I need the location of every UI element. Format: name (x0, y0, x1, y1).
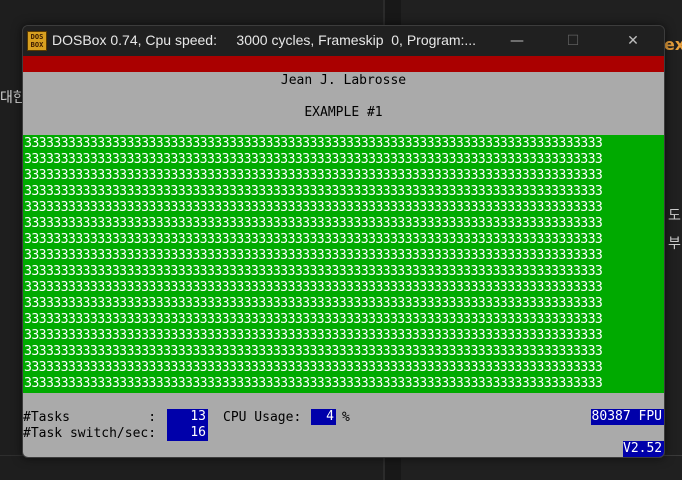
background-text-right-1: 도 (668, 208, 681, 224)
dos-top-bar (23, 56, 664, 72)
task-switch-value: 16 (167, 425, 208, 441)
grid-row: 3333333333333333333333333333333333333333… (24, 216, 603, 231)
dosbox-app-icon: DOS BOX (27, 31, 47, 51)
grid-row: 3333333333333333333333333333333333333333… (24, 168, 603, 183)
version-badge: V2.52 (623, 441, 664, 457)
title-bar[interactable]: DOS BOX DOSBox 0.74, Cpu speed: 3000 cyc… (23, 26, 664, 56)
task-output-grid: 3333333333333333333333333333333333333333… (23, 135, 664, 393)
grid-row: 3333333333333333333333333333333333333333… (24, 152, 603, 167)
grid-row: 3333333333333333333333333333333333333333… (24, 200, 603, 215)
grid-row: 3333333333333333333333333333333333333333… (24, 312, 603, 327)
close-button[interactable]: ✕ (610, 26, 656, 56)
tasks-value: 13 (167, 409, 208, 425)
dosbox-window[interactable]: DOS BOX DOSBox 0.74, Cpu speed: 3000 cyc… (22, 25, 665, 458)
close-icon: ✕ (627, 33, 639, 49)
maximize-button[interactable]: ☐ (550, 26, 596, 56)
grid-row: 3333333333333333333333333333333333333333… (24, 344, 603, 359)
app-icon-text-bottom: BOX (30, 41, 44, 49)
dos-screen[interactable]: Jean J. Labrosse EXAMPLE #1 333333333333… (23, 56, 664, 457)
cpu-usage-label: CPU Usage: (223, 410, 302, 425)
background-text-ex: ex (664, 35, 682, 54)
grid-row: 3333333333333333333333333333333333333333… (24, 184, 603, 199)
grid-row: 3333333333333333333333333333333333333333… (24, 232, 603, 247)
grid-row: 3333333333333333333333333333333333333333… (24, 280, 603, 295)
task-switch-label: #Task switch/sec: (23, 426, 157, 441)
grid-row: 3333333333333333333333333333333333333333… (24, 360, 603, 375)
grid-row: 3333333333333333333333333333333333333333… (24, 136, 603, 151)
grid-row: 3333333333333333333333333333333333333333… (24, 376, 603, 391)
background-text-right-2: 부 (668, 236, 681, 252)
grid-row: 3333333333333333333333333333333333333333… (24, 296, 603, 311)
grid-row: 3333333333333333333333333333333333333333… (24, 248, 603, 263)
app-icon-text-top: DOS (30, 33, 44, 41)
example-title: EXAMPLE #1 (304, 105, 383, 120)
grid-row: 3333333333333333333333333333333333333333… (24, 328, 603, 343)
cpu-usage-value: 4 (311, 409, 336, 425)
author-line: Jean J. Labrosse (280, 73, 407, 88)
maximize-icon: ☐ (566, 33, 580, 49)
fpu-badge: 80387 FPU (591, 409, 664, 425)
tasks-label: #Tasks : (23, 410, 157, 425)
window-title: DOSBox 0.74, Cpu speed: 3000 cycles, Fra… (52, 32, 477, 48)
minimize-button[interactable]: — (494, 26, 540, 56)
minimize-icon: — (510, 33, 524, 49)
cpu-usage-unit: % (342, 410, 350, 425)
grid-row: 3333333333333333333333333333333333333333… (24, 264, 603, 279)
